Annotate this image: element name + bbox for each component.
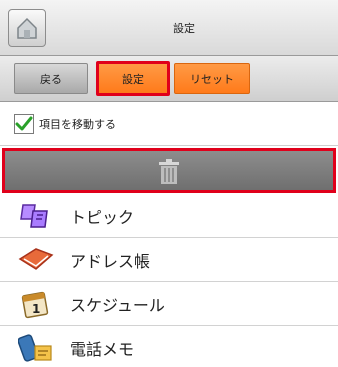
move-items-checkbox[interactable] [14, 114, 34, 134]
settings-screen: 設定 戻る 設定 リセット 項目を移動する トピック アドレス帳 1 スケジュー… [0, 0, 338, 367]
button-bar: 戻る 設定 リセット [0, 56, 338, 102]
title-bar: 設定 [0, 0, 338, 56]
list-item-label: アドレス帳 [70, 251, 151, 271]
list-item-label: 電話メモ [70, 339, 135, 359]
topics-icon [18, 198, 54, 234]
menu-list: トピック アドレス帳 1 スケジュール 電話メモ [0, 194, 338, 367]
address-book-icon [18, 242, 54, 278]
trash-icon [159, 158, 179, 184]
back-button[interactable]: 戻る [14, 63, 88, 94]
phone-memo-icon [18, 330, 54, 366]
reset-button[interactable]: リセット [174, 63, 250, 94]
move-items-row[interactable]: 項目を移動する [0, 103, 338, 146]
list-item-address-book[interactable]: アドレス帳 [0, 238, 338, 282]
move-items-label: 項目を移動する [39, 118, 116, 131]
list-item-phone-memo[interactable]: 電話メモ [0, 326, 338, 367]
checkmark-icon [15, 116, 33, 131]
list-item-topics[interactable]: トピック [0, 194, 338, 238]
list-item-schedule[interactable]: 1 スケジュール [0, 282, 338, 326]
svg-text:1: 1 [32, 302, 40, 316]
page-title: 設定 [173, 22, 195, 35]
calendar-icon: 1 [18, 286, 54, 322]
list-item-label: スケジュール [70, 295, 165, 315]
settings-button[interactable]: 設定 [96, 61, 170, 96]
trash-drop-zone[interactable] [2, 148, 336, 193]
list-item-label: トピック [70, 207, 135, 227]
